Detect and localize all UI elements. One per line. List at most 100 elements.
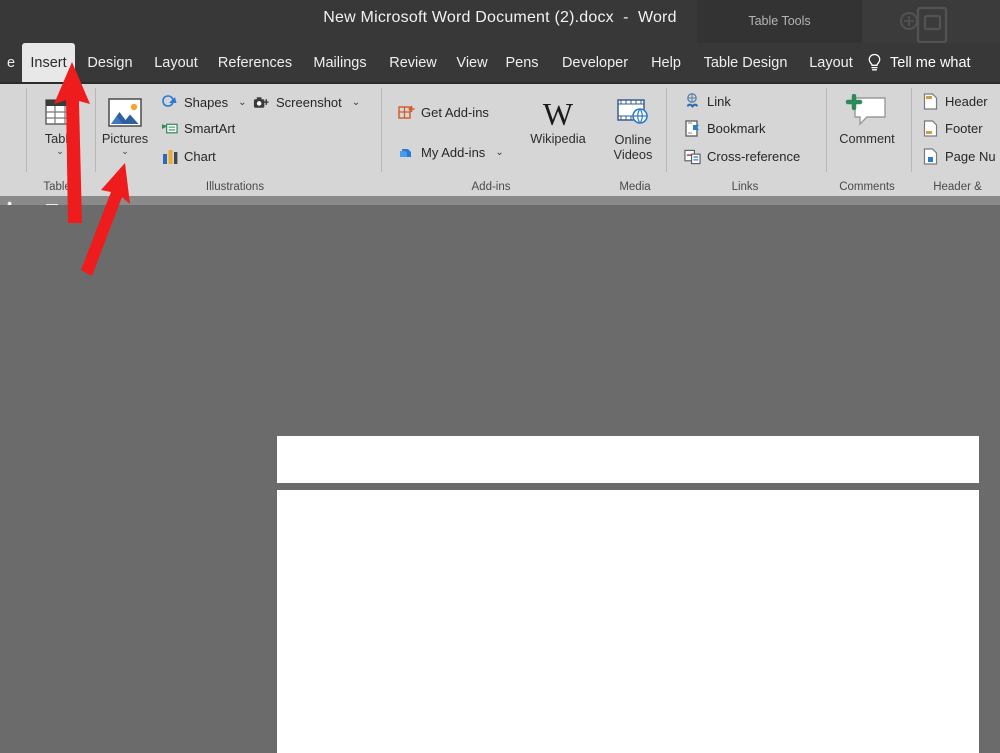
ribbon-group-separator-4 [826, 88, 827, 172]
footer-icon [922, 120, 939, 137]
chevron-down-icon[interactable]: ⌄ [495, 147, 503, 158]
online-video-icon [614, 92, 652, 132]
header-label: Header [945, 94, 988, 109]
header-icon [922, 93, 939, 110]
wikipedia-label: Wikipedia [530, 131, 586, 146]
wikipedia-button[interactable]: W Wikipedia [519, 96, 597, 146]
tab-design[interactable]: Design [80, 43, 140, 82]
table-icon [43, 92, 77, 132]
tab-references[interactable]: References [211, 43, 299, 82]
insert-bookmark-button[interactable]: Bookmark [684, 120, 766, 137]
chevron-down-icon[interactable]: ⌄ [238, 97, 246, 108]
document-page[interactable] [277, 490, 979, 753]
chart-icon [161, 148, 178, 165]
tab-insert-label: Insert [30, 54, 67, 71]
my-addins-label: My Add-ins [421, 145, 486, 160]
tab-developer[interactable]: Developer [548, 43, 642, 82]
insert-smartart-button[interactable]: SmartArt [161, 120, 235, 137]
insert-shapes-button[interactable]: Shapes ⌄ [161, 94, 246, 111]
shapes-label: Shapes [184, 95, 229, 110]
new-comment-button[interactable]: Comment [831, 92, 903, 146]
tab-help[interactable]: Help [645, 43, 687, 82]
bookmark-label: Bookmark [707, 121, 766, 136]
insert-header-button[interactable]: Header [922, 93, 988, 110]
new-comment-label: Comment [839, 131, 895, 146]
tab-insert[interactable]: Insert [22, 43, 75, 82]
contextual-tools-label: Table Tools [748, 14, 811, 28]
smartart-label: SmartArt [184, 121, 236, 136]
shapes-icon [161, 94, 178, 111]
ribbon-group-separator-3 [666, 88, 667, 172]
insert-page-number-button[interactable]: Page Nu [922, 148, 996, 165]
bookmark-icon [684, 120, 701, 137]
tab-pens[interactable]: Pens [500, 43, 544, 82]
smartart-icon [161, 120, 178, 137]
online-videos-button[interactable]: Online Videos [604, 92, 662, 162]
tab-table-design-label: Table Design [703, 54, 788, 71]
my-addins-icon [398, 144, 415, 161]
tab-pens-label: Pens [505, 54, 539, 71]
tab-file-partial-label: e [6, 54, 16, 71]
tab-review[interactable]: Review [382, 43, 444, 82]
wikipedia-icon: W [543, 96, 573, 132]
ribbon-group-label-header: Header & [933, 181, 982, 193]
screenshot-icon [253, 94, 270, 111]
cross-reference-label: Cross-reference [707, 149, 801, 164]
ribbon-group-label-comments: Comments [839, 181, 895, 193]
insert-screenshot-button[interactable]: Screenshot ⌄ [253, 94, 360, 111]
ribbon-group-separator-2 [381, 88, 382, 172]
tab-file-partial[interactable]: e [0, 43, 22, 82]
insert-table-button[interactable]: Table ⌄ [28, 92, 92, 156]
wikipedia-w-glyph: W [542, 96, 574, 132]
ribbon-group-label-media: Media [619, 181, 651, 193]
tab-help-label: Help [651, 54, 681, 71]
insert-pictures-button[interactable]: Pictures ⌄ [93, 92, 157, 156]
tell-me-label: Tell me what [890, 54, 971, 71]
tab-table-layout-label: Layout [809, 54, 853, 71]
ribbon-group-separator-0 [26, 88, 27, 172]
tab-layout-label: Layout [154, 54, 198, 71]
get-addins-button[interactable]: Get Add-ins [398, 104, 489, 121]
insert-pictures-label: Pictures [101, 131, 149, 146]
ribbon-group-separator-5 [911, 88, 912, 172]
tab-mailings-label: Mailings [313, 54, 367, 71]
tab-review-label: Review [389, 54, 437, 71]
page-number-label: Page Nu [945, 149, 996, 164]
insert-footer-button[interactable]: Footer [922, 120, 983, 137]
ribbon-group-label-illustrations: Illustrations [205, 181, 265, 193]
chevron-down-icon[interactable]: ⌄ [56, 147, 64, 156]
screenshot-label: Screenshot [276, 95, 342, 110]
get-addins-icon [398, 104, 415, 121]
pictures-dropdown-chevron-icon[interactable]: ⌄ [121, 147, 129, 156]
get-addins-label: Get Add-ins [421, 105, 489, 120]
ribbon-group-label-tables: Tables [43, 181, 77, 193]
pictures-icon [106, 92, 144, 132]
tab-references-label: References [217, 54, 293, 71]
my-addins-button[interactable]: My Add-ins ⌄ [398, 144, 504, 161]
word-application-window: New Microsoft Word Document (2).docx - W… [0, 0, 1000, 753]
ribbon-context-accent [697, 82, 862, 84]
chart-label: Chart [184, 149, 216, 164]
tell-me-search[interactable]: Tell me what [866, 43, 971, 82]
new-comment-icon [845, 92, 889, 132]
link-icon [684, 93, 701, 110]
ribbon-group-label-links: Links [731, 181, 759, 193]
tab-layout[interactable]: Layout [146, 43, 206, 82]
insert-chart-button[interactable]: Chart [161, 148, 216, 165]
insert-link-button[interactable]: Link [684, 93, 731, 110]
cross-reference-icon [684, 148, 701, 165]
tab-view[interactable]: View [449, 43, 495, 82]
tab-table-design[interactable]: Table Design [694, 43, 797, 82]
previous-page-bottom [277, 436, 979, 483]
insert-cross-reference-button[interactable]: Cross-reference [684, 148, 800, 165]
tab-design-label: Design [87, 54, 133, 71]
insert-table-label: Table [44, 131, 76, 146]
tab-table-layout[interactable]: Layout [801, 43, 861, 82]
online-videos-label: Online Videos [613, 132, 653, 162]
tab-mailings[interactable]: Mailings [304, 43, 376, 82]
chevron-down-icon[interactable]: ⌄ [352, 97, 360, 108]
footer-label: Footer [945, 121, 983, 136]
document-canvas[interactable] [0, 205, 1000, 753]
page-number-icon [922, 148, 939, 165]
tab-view-label: View [456, 54, 488, 71]
